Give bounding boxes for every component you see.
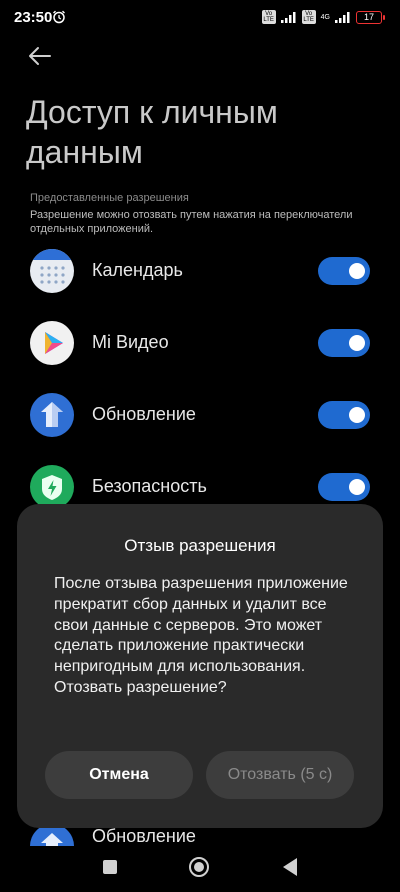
permission-toggle-calendar[interactable] xyxy=(318,257,370,285)
mi-video-icon xyxy=(30,321,74,365)
revoke-permission-dialog: Отзыв разрешения После отзыва разрешения… xyxy=(17,504,383,828)
battery-level: 17 xyxy=(363,12,374,22)
permission-toggle-security[interactable] xyxy=(318,473,370,501)
signal-icon xyxy=(280,12,296,23)
arrow-left-icon xyxy=(29,47,51,65)
signal-icon xyxy=(335,12,350,23)
battery-icon: 17 xyxy=(356,10,385,24)
permission-toggle-update[interactable] xyxy=(318,401,370,429)
revoke-button[interactable]: Отозвать (5 с) xyxy=(206,751,354,799)
dialog-message: После отзыва разрешения приложение прекр… xyxy=(54,575,348,696)
status-time: 23:50 xyxy=(14,9,53,26)
calendar-icon xyxy=(30,249,74,293)
section-description: Разрешение можно отозвать путем нажатия … xyxy=(30,209,353,235)
app-name: Безопасность xyxy=(92,476,207,496)
list-item: Mi Видео xyxy=(0,313,400,373)
volte-badge: Vo LTE xyxy=(301,10,316,24)
security-icon xyxy=(30,465,74,509)
recents-button[interactable] xyxy=(103,860,117,874)
permission-toggle-mi-video[interactable] xyxy=(318,329,370,357)
list-item: Обновление xyxy=(0,385,400,445)
app-name: Календарь xyxy=(92,260,183,280)
back-button[interactable] xyxy=(26,42,54,70)
status-bar: 23:50 Vo LTE Vo LTE 4G 17 xyxy=(0,0,400,34)
section-header: Предоставленные разрешения xyxy=(30,192,189,204)
alarm-icon xyxy=(53,10,65,24)
list-item: Календарь xyxy=(0,241,400,301)
network-type: 4G xyxy=(320,13,330,21)
app-name: Mi Видео xyxy=(92,332,169,352)
cancel-button[interactable]: Отмена xyxy=(45,751,193,799)
update-icon xyxy=(30,393,74,437)
home-button[interactable] xyxy=(189,857,209,877)
volte-badge: Vo LTE xyxy=(261,10,276,24)
navigation-bar xyxy=(0,846,400,892)
dialog-title: Отзыв разрешения xyxy=(124,536,276,555)
app-name: Обновление xyxy=(92,404,196,424)
page-title: Доступ к личным данным xyxy=(26,94,278,170)
nav-back-button[interactable] xyxy=(283,858,297,876)
app-name: Обновление xyxy=(92,826,196,846)
status-icons: Vo LTE Vo LTE 4G 17 xyxy=(261,10,385,24)
